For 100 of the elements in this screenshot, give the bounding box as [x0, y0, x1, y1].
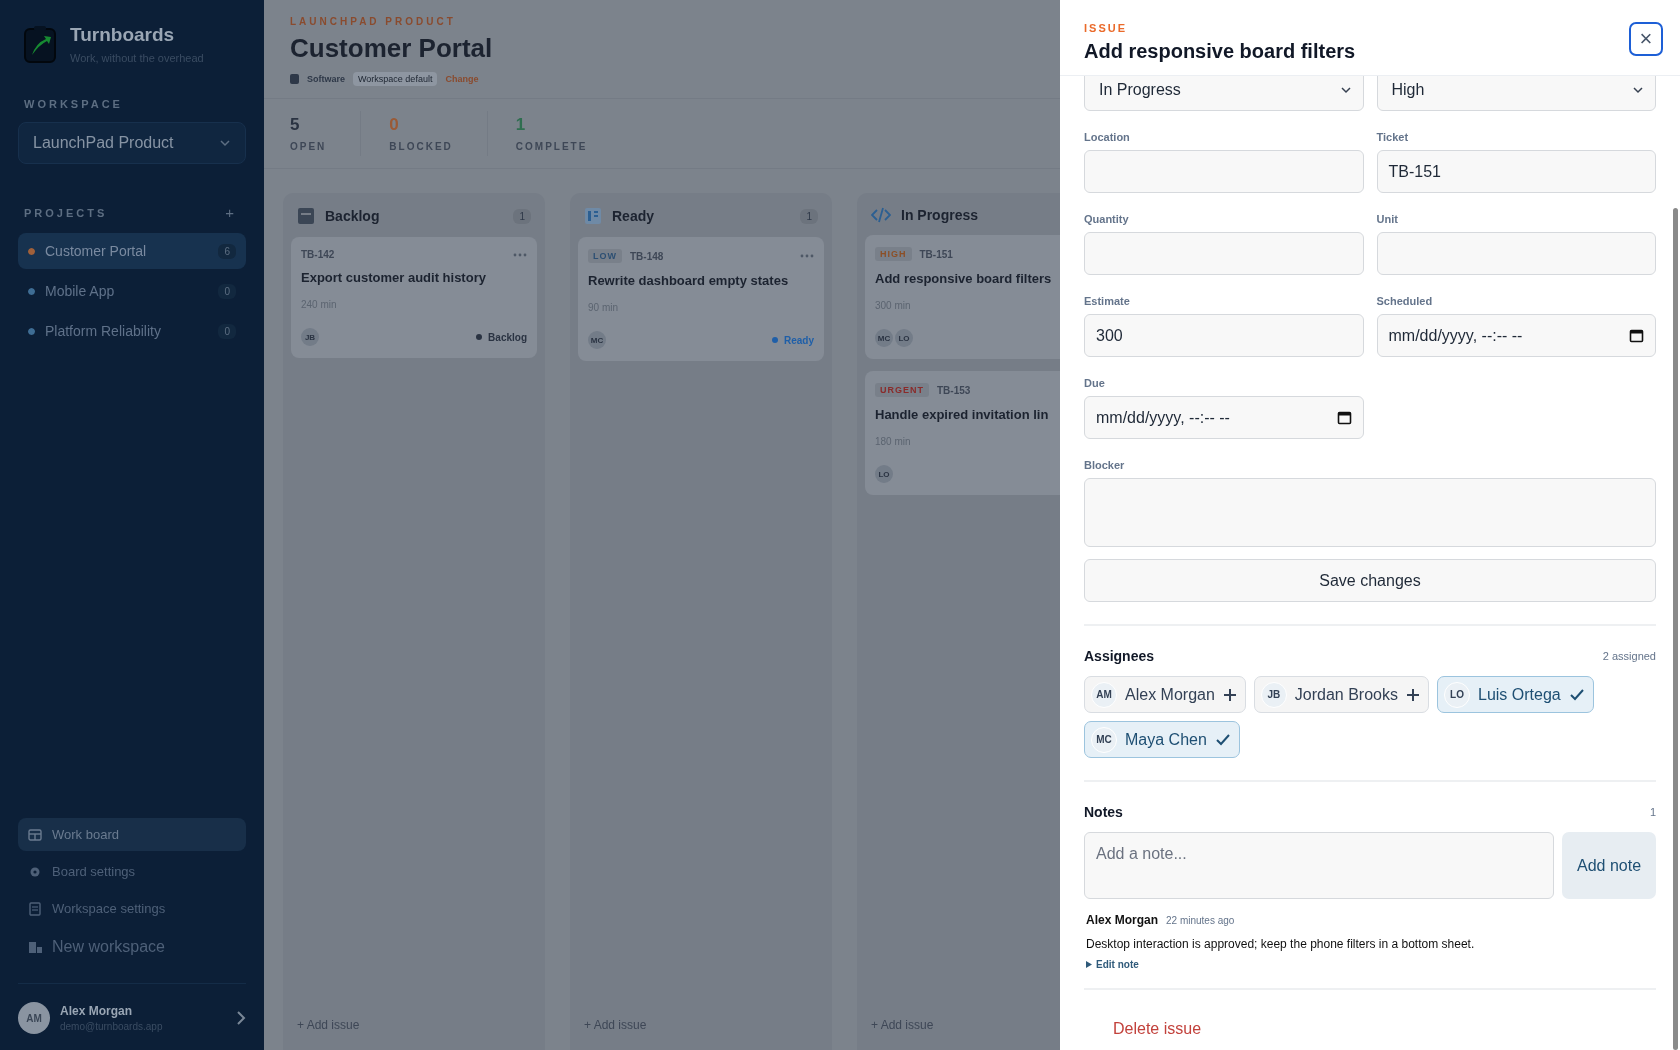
note-time: 22 minutes ago	[1166, 915, 1235, 926]
drawer-eyebrow: ISSUE	[1084, 22, 1128, 34]
project-type: Software	[307, 74, 345, 84]
field-label: Due	[1084, 377, 1106, 389]
issue-title: Add responsive board filters	[875, 271, 1053, 286]
column-title: Backlog	[325, 208, 381, 224]
avatar: MC	[588, 331, 606, 349]
project-item[interactable]: Platform Reliability 0	[18, 313, 246, 349]
priority-tag: HIGH	[875, 247, 912, 261]
delete-button[interactable]: Delete issue	[1113, 1020, 1202, 1038]
assignee-chip[interactable]: MC Maya Chen	[1084, 721, 1240, 758]
note-text: Desktop interaction is approved; keep the phone filters in a bottom sheet.	[1086, 937, 1476, 951]
status-label: Backlog	[488, 331, 527, 343]
column-title: In Progress	[901, 207, 980, 223]
select-field[interactable]: In Progress	[1084, 76, 1364, 111]
calendar-icon[interactable]	[1629, 328, 1644, 343]
calendar-icon[interactable]	[1336, 410, 1352, 425]
assigned-count: 2 assigned	[1602, 650, 1656, 662]
stat-label: COMPLETE	[515, 141, 588, 152]
chevron-icon[interactable]	[236, 1010, 246, 1026]
status-label: Ready	[784, 334, 814, 346]
note-author: Alex Morgan	[1086, 913, 1158, 927]
issue-title: Rewrite dashboard empty states	[588, 273, 790, 288]
nav-item[interactable]: Workspace settings	[18, 892, 246, 925]
plus-icon	[1222, 687, 1237, 702]
logo-icon	[24, 25, 56, 63]
section-label: PROJECTS	[24, 206, 108, 219]
brand-name: Turnboards	[70, 24, 176, 46]
assignee-chip[interactable]: AM Alex Morgan	[1084, 676, 1246, 713]
list-icon	[28, 901, 42, 916]
add-note-button[interactable]: Add note	[1562, 832, 1656, 899]
input-field[interactable]: 300	[1084, 314, 1364, 357]
input-field[interactable]	[1376, 232, 1656, 275]
check-icon	[1568, 687, 1585, 702]
priority-tag: URGENT	[875, 383, 929, 397]
triangle-icon	[1086, 961, 1092, 968]
field-label: Location	[1084, 131, 1131, 143]
field-label: Estimate	[1084, 295, 1131, 307]
issue-id: TB-153	[937, 384, 972, 396]
chevron-down-icon	[1339, 85, 1352, 94]
nav-item[interactable]: New workspace	[18, 929, 246, 965]
stat-value: 5	[290, 115, 301, 135]
section-title: Assignees	[1084, 648, 1155, 664]
input-field[interactable]: TB-151	[1376, 150, 1656, 193]
section-label: WORKSPACE	[24, 98, 123, 110]
more-icon[interactable]	[800, 254, 814, 258]
field-label: Scheduled	[1376, 295, 1434, 307]
project-item[interactable]: Customer Portal 6	[18, 233, 246, 269]
input-field[interactable]	[1084, 232, 1364, 275]
select-field[interactable]: High	[1376, 76, 1656, 111]
priority-tag: LOW	[588, 249, 622, 263]
user-name: Alex Morgan	[60, 1004, 133, 1018]
column-title: Ready	[612, 208, 656, 224]
more-icon[interactable]	[513, 252, 527, 257]
field-label: Unit	[1376, 213, 1399, 225]
date-field[interactable]: mm/dd/yyyy, --:-- --	[1084, 396, 1364, 439]
workspace-eyebrow: LAUNCHPAD PRODUCT	[290, 16, 457, 27]
nav-item[interactable]: Work board	[18, 818, 246, 851]
avatar: MC	[875, 329, 893, 347]
add-project-button[interactable]: +	[219, 204, 240, 221]
columns-icon	[584, 207, 602, 225]
assignee-chip[interactable]: LO Luis Ortega	[1437, 676, 1594, 713]
workspace-select[interactable]: LaunchPad Product	[18, 122, 246, 164]
assignee-chip[interactable]: JB Jordan Brooks	[1253, 676, 1429, 713]
stat-label: OPEN	[290, 141, 327, 152]
default-badge: Workspace default	[353, 72, 438, 86]
avatar: LO	[875, 465, 893, 483]
note-field[interactable]: Add a note...	[1084, 832, 1554, 899]
issue-id: TB-142	[301, 249, 336, 260]
project-item[interactable]: Mobile App 0	[18, 273, 246, 309]
avatar: LO	[895, 329, 913, 347]
drawer-title: Add responsive board filters	[1084, 40, 1356, 63]
section-title: Notes	[1084, 804, 1123, 820]
issue-id: TB-151	[919, 248, 954, 260]
archive-icon	[297, 207, 315, 225]
check-icon	[1214, 732, 1231, 747]
stat-label: BLOCKED	[389, 141, 453, 152]
nav-item[interactable]: Board settings	[18, 855, 246, 888]
issue-title: Export customer audit history	[301, 270, 487, 285]
input-field[interactable]	[1084, 150, 1364, 193]
save-button[interactable]: Save changes	[1084, 559, 1656, 602]
user-avatar: AM	[18, 1002, 50, 1034]
folder-icon	[290, 74, 299, 84]
edit-note-toggle[interactable]: Edit note	[1086, 959, 1139, 970]
issue-id: TB-148	[630, 250, 665, 262]
building-icon	[28, 940, 42, 954]
stat-value: 1	[515, 115, 527, 135]
column-count: 1	[800, 208, 818, 224]
field-label: Ticket	[1376, 131, 1410, 143]
code-icon	[871, 207, 891, 223]
date-field[interactable]: mm/dd/yyyy, --:-- --	[1376, 314, 1656, 357]
page-title: Customer Portal	[290, 33, 493, 64]
avatar: JB	[301, 328, 319, 346]
field-label: Blocker	[1084, 459, 1126, 471]
chevron-down-icon	[1632, 85, 1644, 94]
field-label: Quantity	[1084, 213, 1130, 225]
close-button[interactable]: ×	[1629, 22, 1663, 56]
notes-count: 1	[1649, 806, 1656, 818]
text-area[interactable]	[1084, 478, 1656, 547]
scrollbar[interactable]	[1673, 208, 1678, 1050]
